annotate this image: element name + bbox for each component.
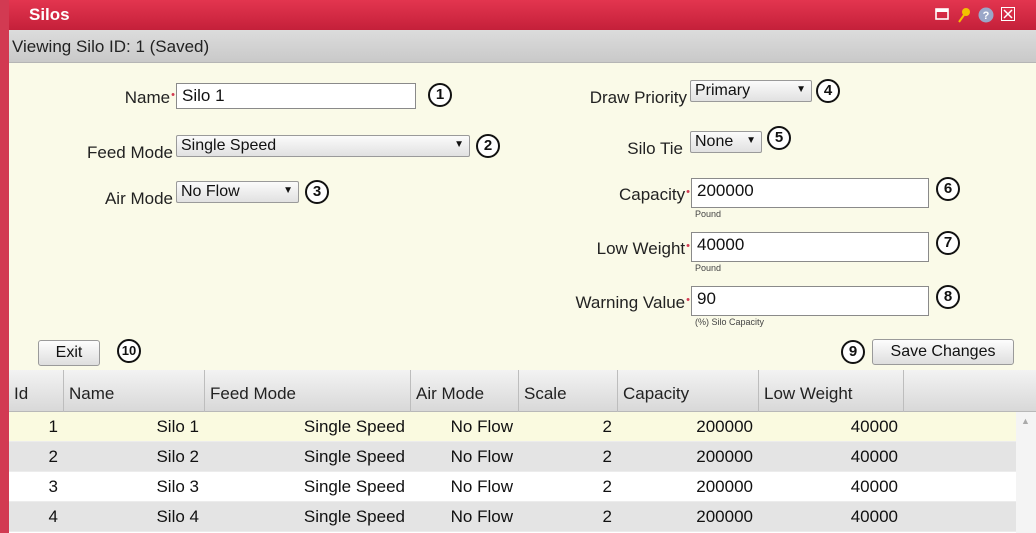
cell-scale: 2 <box>602 417 612 436</box>
cell-id: 2 <box>48 447 58 466</box>
air-mode-select[interactable]: No Flow ▼ <box>176 181 299 203</box>
window-title: Silos <box>29 5 70 24</box>
table-row[interactable]: 2 Silo 2 Single Speed No Flow 2 200000 4… <box>9 442 1016 472</box>
cell-air-mode: No Flow <box>450 477 513 496</box>
callout-badge-10: 10 <box>117 339 141 363</box>
callout-badge-8: 8 <box>936 285 960 309</box>
cell-low-weight: 40000 <box>850 507 898 526</box>
feed-mode-select[interactable]: Single Speed ▼ <box>176 135 470 157</box>
silo-tie-label: Silo Tie <box>627 139 683 158</box>
callout-badge-7: 7 <box>936 231 960 255</box>
column-header-capacity[interactable]: Capacity <box>618 370 759 412</box>
capacity-unit: Pound <box>695 209 722 219</box>
table-scrollbar[interactable]: ▲ <box>1016 412 1036 533</box>
svg-text:?: ? <box>983 10 990 22</box>
chevron-down-icon: ▼ <box>283 185 293 196</box>
scroll-up-icon[interactable]: ▲ <box>1021 416 1030 426</box>
silos-window: Silos ? Viewing Silo ID: 1 (Saved) Name•… <box>0 0 1036 533</box>
name-input[interactable]: Silo 1 <box>176 83 416 109</box>
cell-scale: 2 <box>602 447 612 466</box>
callout-badge-4: 4 <box>816 79 840 103</box>
table-row[interactable]: 1 Silo 1 Single Speed No Flow 2 200000 4… <box>9 412 1016 442</box>
cell-scale: 2 <box>602 477 612 496</box>
status-text: Viewing Silo ID: 1 (Saved) <box>12 37 210 56</box>
window-icon[interactable] <box>934 7 950 23</box>
cell-capacity: 200000 <box>696 417 753 436</box>
silo-tie-select[interactable]: None ▼ <box>690 131 762 153</box>
cell-name: Silo 3 <box>156 477 199 496</box>
cell-scale: 2 <box>602 507 612 526</box>
cell-feed-mode: Single Speed <box>303 417 405 436</box>
cell-id: 3 <box>48 477 58 496</box>
silo-form: Name• Silo 1 1 Feed Mode Single Speed ▼ 2… <box>9 63 1036 370</box>
feed-mode-label: Feed Mode <box>87 143 173 162</box>
cell-feed-mode: Single Speed <box>303 507 405 526</box>
cell-low-weight: 40000 <box>850 477 898 496</box>
cell-low-weight: 40000 <box>850 417 898 436</box>
low-weight-label: Low Weight• <box>596 239 690 258</box>
cell-id: 4 <box>48 507 58 526</box>
draw-priority-label: Draw Priority <box>589 88 687 107</box>
warning-value-unit: (%) Silo Capacity <box>695 317 765 327</box>
callout-badge-1: 1 <box>428 83 452 107</box>
close-icon[interactable] <box>1000 7 1016 23</box>
chevron-down-icon: ▼ <box>454 139 464 150</box>
callout-badge-6: 6 <box>936 177 960 201</box>
cell-air-mode: No Flow <box>450 417 513 436</box>
cell-id: 1 <box>48 417 58 436</box>
cell-feed-mode: Single Speed <box>303 447 405 466</box>
column-header-feed-mode[interactable]: Feed Mode <box>205 370 411 412</box>
cell-name: Silo 1 <box>156 417 199 436</box>
chevron-down-icon: ▼ <box>796 84 806 95</box>
capacity-label: Capacity• <box>619 185 690 204</box>
title-bar: Silos ? <box>9 0 1036 30</box>
pin-icon[interactable] <box>956 7 972 23</box>
chevron-down-icon: ▼ <box>746 135 756 146</box>
cell-name: Silo 2 <box>156 447 199 466</box>
callout-badge-2: 2 <box>476 134 500 158</box>
table-header: Id Name Feed Mode Air Mode Scale Capacit… <box>9 370 1036 412</box>
low-weight-input[interactable]: 40000 <box>691 232 929 262</box>
warning-value-label: Warning Value• <box>575 293 690 312</box>
column-header-id[interactable]: Id <box>9 370 64 412</box>
table-row[interactable]: 4 Silo 4 Single Speed No Flow 2 200000 4… <box>9 502 1016 532</box>
cell-name: Silo 4 <box>156 507 199 526</box>
cell-air-mode: No Flow <box>450 507 513 526</box>
low-weight-unit: Pound <box>695 263 722 273</box>
callout-badge-9: 9 <box>841 340 865 364</box>
cell-capacity: 200000 <box>696 477 753 496</box>
callout-badge-3: 3 <box>305 180 329 204</box>
draw-priority-select[interactable]: Primary ▼ <box>690 80 812 102</box>
cell-low-weight: 40000 <box>850 447 898 466</box>
column-header-low-weight[interactable]: Low Weight <box>759 370 904 412</box>
column-header-name[interactable]: Name <box>64 370 205 412</box>
warning-value-input[interactable]: 90 <box>691 286 929 316</box>
silos-table: Id Name Feed Mode Air Mode Scale Capacit… <box>9 370 1036 533</box>
exit-button[interactable]: Exit <box>38 340 100 366</box>
help-icon[interactable]: ? <box>978 7 994 23</box>
status-bar: Viewing Silo ID: 1 (Saved) <box>9 30 1036 63</box>
column-header-air-mode[interactable]: Air Mode <box>411 370 519 412</box>
cell-air-mode: No Flow <box>450 447 513 466</box>
save-changes-button[interactable]: Save Changes <box>872 339 1014 365</box>
cell-feed-mode: Single Speed <box>303 477 405 496</box>
window-left-border <box>0 0 9 533</box>
callout-badge-5: 5 <box>767 126 791 150</box>
cell-capacity: 200000 <box>696 507 753 526</box>
table-row[interactable]: 3 Silo 3 Single Speed No Flow 2 200000 4… <box>9 472 1016 502</box>
cell-capacity: 200000 <box>696 447 753 466</box>
name-label: Name• <box>124 88 175 107</box>
column-header-scale[interactable]: Scale <box>519 370 618 412</box>
capacity-input[interactable]: 200000 <box>691 178 929 208</box>
air-mode-label: Air Mode <box>104 189 173 208</box>
